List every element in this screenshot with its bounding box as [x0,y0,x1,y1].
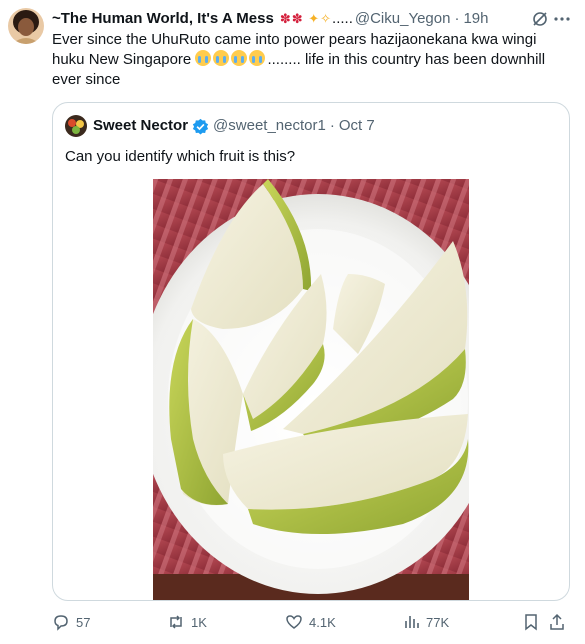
quoted-separator: · [329,117,335,134]
quoted-author-name[interactable]: Sweet Nector [93,116,188,136]
like-button[interactable]: 4.1K [285,610,336,634]
bookmark-button[interactable] [522,610,546,634]
reply-icon [54,615,68,631]
header-separator: · [454,10,460,27]
author-trailing-dots: ..... [332,10,353,27]
repost-icon [170,615,182,629]
repost-count: 1K [191,614,207,630]
quoted-tweet[interactable]: Sweet Nector @sweet_nector1 · Oct 7 Can … [52,102,570,601]
views-button[interactable]: 77K [402,610,449,634]
quoted-author-handle[interactable]: @sweet_nector1 [213,116,326,136]
more-options-icon[interactable] [553,10,571,28]
views-chart-icon [405,616,419,628]
like-count: 4.1K [309,614,336,630]
quoted-text: Can you identify which fruit is this? [65,148,296,165]
share-button[interactable] [548,610,572,634]
crying-face-icon [195,50,212,66]
heart-icon [286,615,302,629]
quoted-header: Sweet Nector @sweet_nector1 · Oct 7 [93,116,375,136]
bookmark-icon [525,614,537,631]
crying-emoji-group [195,50,267,68]
author-avatar[interactable] [8,8,44,44]
author-name[interactable]: ~The Human World, It's A Mess [52,9,274,29]
grok-icon[interactable] [531,10,549,28]
tweet-action-bar: 57 1K 4.1K 77K [52,610,568,634]
crying-face-icon [231,50,248,66]
repost-button[interactable]: 1K [167,610,207,634]
tweet-time[interactable]: 19h [463,9,488,29]
reply-count: 57 [76,614,91,630]
pear-slices-photo[interactable] [153,179,469,600]
views-count: 77K [426,614,450,630]
verified-badge-icon [192,118,209,134]
crying-face-icon [213,50,230,66]
tweet-text: Ever since the UhuRuto came into power p… [52,30,572,90]
author-emojis: ✽✽ ✦✧ [279,11,333,26]
quoted-date[interactable]: Oct 7 [339,116,375,136]
crying-face-icon [249,50,266,66]
author-handle[interactable]: @Ciku_Yegon [355,9,451,29]
tweet-header: ~The Human World, It's A Mess ✽✽ ✦✧ ....… [52,9,575,29]
reply-button[interactable]: 57 [52,610,90,634]
share-icon [550,613,564,630]
quoted-author-avatar[interactable] [65,115,87,137]
